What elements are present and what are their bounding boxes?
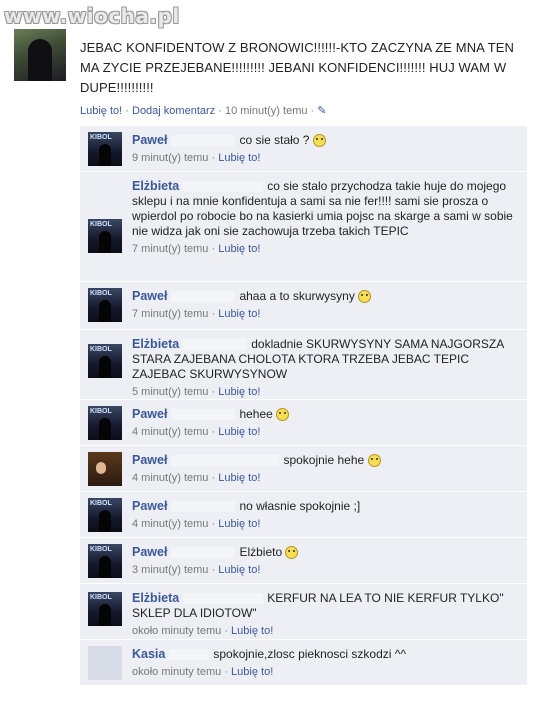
redacted-surname xyxy=(171,409,236,421)
comment-text: hehee xyxy=(239,407,273,421)
comment-text: spokojnie,zlosc pieknosci szkodzi ^^ xyxy=(213,647,407,661)
comment-timestamp: 3 minut(y) temu xyxy=(132,564,209,576)
redacted-surname xyxy=(171,135,236,147)
comment-avatar[interactable] xyxy=(88,646,122,680)
comment-author[interactable]: Elżbieta xyxy=(132,179,179,193)
post-timestamp: 10 minut(y) temu xyxy=(224,105,308,117)
comment-text: no własnie spokojnie ;] xyxy=(239,499,361,513)
comment-timestamp: 4 minut(y) temu xyxy=(132,472,209,484)
comment-avatar[interactable]: KIBOL xyxy=(88,132,122,166)
redacted-surname xyxy=(183,181,264,193)
comment-avatar[interactable]: KIBOL xyxy=(88,406,122,440)
smiley-icon xyxy=(312,134,326,148)
redacted-surname xyxy=(183,593,264,605)
comment-avatar[interactable]: KIBOL xyxy=(88,288,122,322)
redacted-surname xyxy=(171,547,236,559)
post-author-avatar[interactable] xyxy=(14,29,66,81)
post-like-link[interactable]: Lubię to! xyxy=(80,105,122,117)
comment-item: KIBOL Elżbieta KERFUR NA LEA TO NIE KERFU… xyxy=(80,583,527,639)
comment-item: KIBOL Elżbieta dokladnie SKURWYSYNY SAMA … xyxy=(80,329,527,399)
comment-item: KIBOL Paweł ahaa a to skurwysyny 7 minut(… xyxy=(80,281,527,329)
smiley-icon xyxy=(285,546,299,560)
comment-text: spokojnie hehe xyxy=(283,453,365,467)
comment-author[interactable]: Paweł xyxy=(132,499,167,513)
comment-item: KIBOL Paweł co sie stało ? 9 minut(y) tem… xyxy=(80,125,527,171)
comment-like-link[interactable]: Lubię to! xyxy=(218,564,260,576)
add-comment-link[interactable]: Dodaj komentarz xyxy=(132,105,215,117)
comment-author[interactable]: Elżbieta xyxy=(132,337,179,351)
redacted-surname xyxy=(171,501,236,513)
redacted-surname xyxy=(171,455,280,467)
comment-author[interactable]: Paweł xyxy=(132,545,167,559)
comment-avatar[interactable]: KIBOL xyxy=(88,592,122,626)
comment-like-link[interactable]: Lubię to! xyxy=(218,243,260,255)
comment-timestamp: 7 minut(y) temu xyxy=(132,308,209,320)
comment-avatar[interactable]: KIBOL xyxy=(88,219,122,253)
comment-item: KIBOL Elżbieta co sie stalo przychodza ta… xyxy=(80,171,527,281)
comment-item: KIBOL Paweł hehee 4 minut(y) temu · Lubię… xyxy=(80,399,527,445)
comment-avatar[interactable] xyxy=(88,452,122,486)
comment-timestamp: 9 minut(y) temu xyxy=(132,152,209,164)
comment-timestamp: 7 minut(y) temu xyxy=(132,243,209,255)
smiley-icon xyxy=(358,290,372,304)
watermark: www.wiocha.pl xyxy=(4,4,180,28)
comment-author[interactable]: Elżbieta xyxy=(132,591,179,605)
comment-like-link[interactable]: Lubię to! xyxy=(218,308,260,320)
redacted-surname xyxy=(169,649,210,661)
comment-like-link[interactable]: Lubię to! xyxy=(218,152,260,164)
comment-timestamp: około minuty temu xyxy=(132,625,222,637)
comment-avatar[interactable]: KIBOL xyxy=(88,544,122,578)
comment-item: KIBOL Paweł no własnie spokojnie ;] 4 min… xyxy=(80,491,527,537)
comment-author[interactable]: Paweł xyxy=(132,133,167,147)
comment-like-link[interactable]: Lubię to! xyxy=(231,666,273,678)
comment-like-link[interactable]: Lubię to! xyxy=(218,472,260,484)
comment-author[interactable]: Paweł xyxy=(132,453,167,467)
smiley-icon xyxy=(276,408,290,422)
redacted-surname xyxy=(171,291,236,303)
comment-item: KIBOL Paweł Elżbieto 3 minut(y) temu · Lu… xyxy=(80,537,527,583)
comment-avatar[interactable]: KIBOL xyxy=(88,344,122,378)
comment-author[interactable]: Kasia xyxy=(132,647,165,661)
comment-timestamp: około minuty temu xyxy=(132,666,222,678)
comment-text: Elżbieto xyxy=(239,545,283,559)
comment-author[interactable]: Paweł xyxy=(132,407,167,421)
comment-timestamp: 4 minut(y) temu xyxy=(132,426,209,438)
comment-item: Kasia spokojnie,zlosc pieknosci szkodzi ^… xyxy=(80,639,527,685)
post-meta: Lubię to! · Dodaj komentarz · 10 minut(y… xyxy=(80,105,327,117)
post-comment-icon[interactable]: ✎ xyxy=(317,105,326,117)
comment-author[interactable]: Paweł xyxy=(132,289,167,303)
comment-list: KIBOL Paweł co sie stało ? 9 minut(y) tem… xyxy=(80,125,527,685)
post-text: JEBAC KONFIDENTOW Z BRONOWIC!!!!!!-KTO Z… xyxy=(80,40,515,95)
comment-timestamp: 5 minut(y) temu xyxy=(132,386,209,398)
comment-text: co sie stało ? xyxy=(239,133,310,147)
comment-text: ahaa a to skurwysyny xyxy=(239,289,355,303)
comment-like-link[interactable]: Lubię to! xyxy=(231,625,273,637)
smiley-icon xyxy=(367,454,381,468)
comment-avatar[interactable]: KIBOL xyxy=(88,498,122,532)
comment-item: Paweł spokojnie hehe 4 minut(y) temu · Lu… xyxy=(80,445,527,491)
comment-like-link[interactable]: Lubię to! xyxy=(218,426,260,438)
redacted-surname xyxy=(183,339,248,351)
comment-timestamp: 4 minut(y) temu xyxy=(132,518,209,530)
comment-like-link[interactable]: Lubię to! xyxy=(218,386,260,398)
comment-like-link[interactable]: Lubię to! xyxy=(218,518,260,530)
